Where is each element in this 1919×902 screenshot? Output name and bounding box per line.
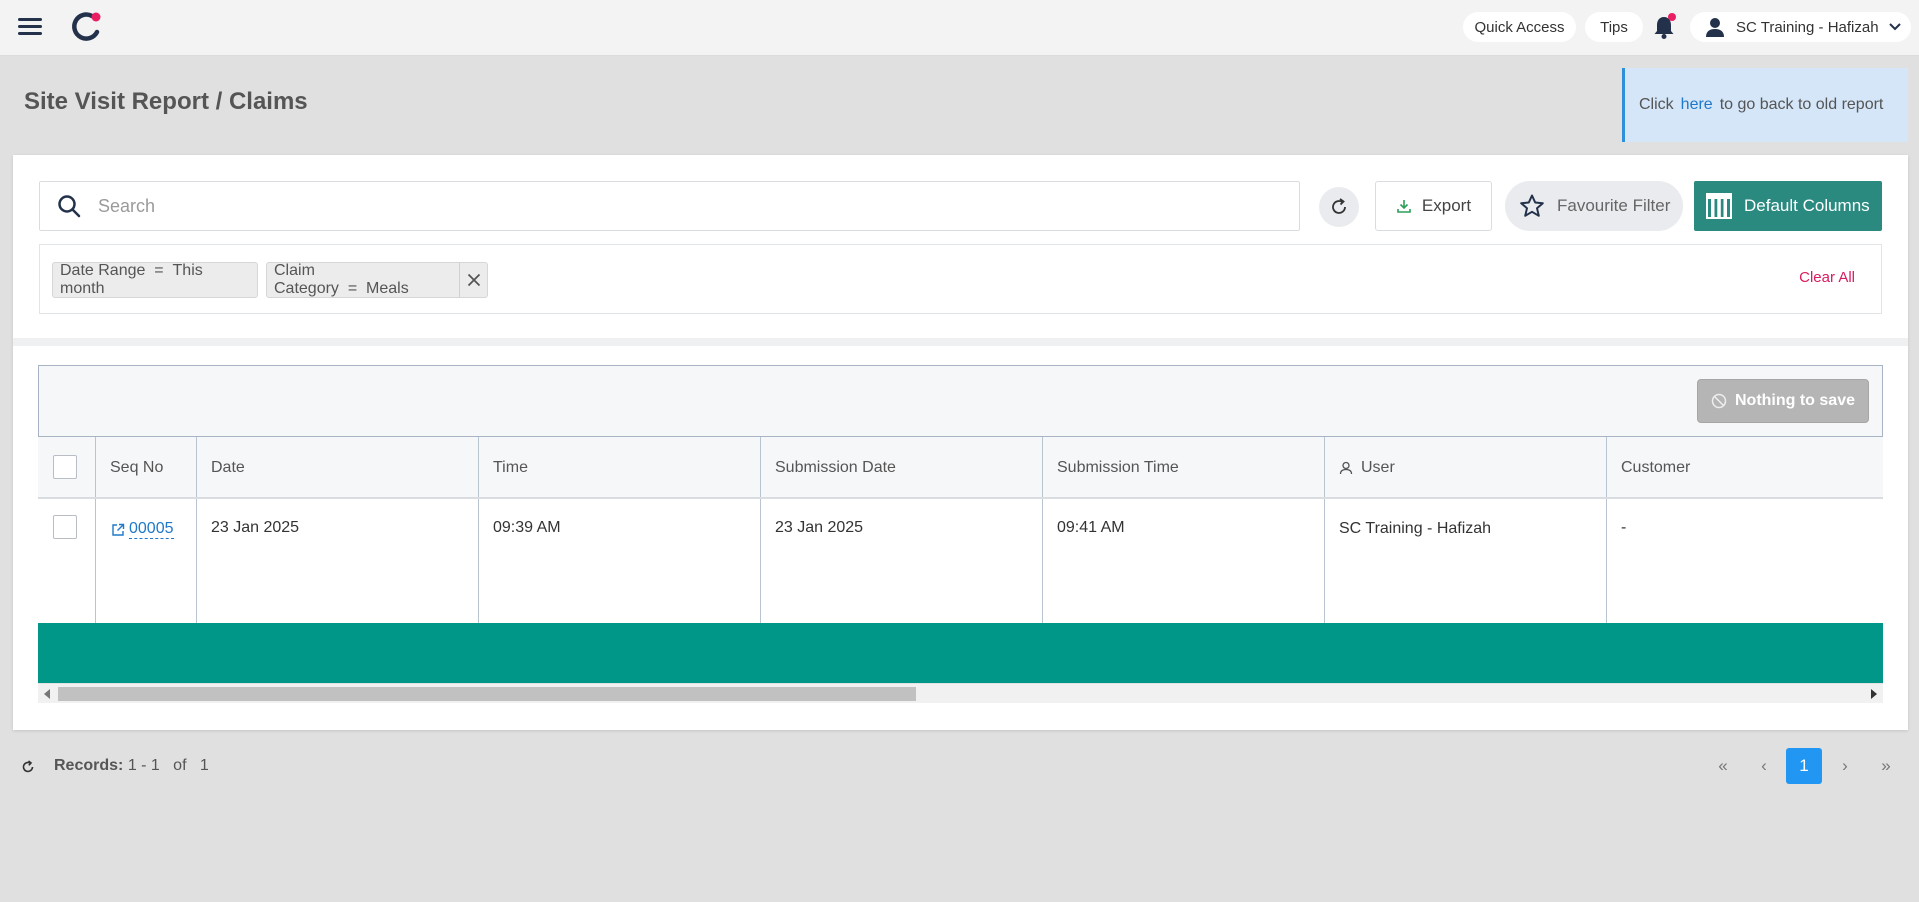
favourite-filter-button[interactable]: Favourite Filter <box>1505 181 1683 231</box>
seq-no-link[interactable]: 00005 <box>129 520 174 539</box>
user-icon <box>1706 18 1724 37</box>
active-filters: Date Range = This month Claim Category =… <box>39 244 1882 314</box>
last-page-button[interactable]: » <box>1868 748 1904 784</box>
page-1-button[interactable]: 1 <box>1786 748 1822 784</box>
cell-date: 23 Jan 2025 <box>211 519 300 536</box>
notice-suffix: to go back to old report <box>1719 96 1884 113</box>
filter-chip-text: Claim Category = Meals <box>274 262 409 297</box>
save-label: Nothing to save <box>1734 392 1855 409</box>
column-header-user[interactable]: User <box>1324 437 1606 497</box>
chevron-down-icon <box>1888 23 1901 31</box>
refresh-button[interactable] <box>1319 187 1359 227</box>
cell-user: SC Training - Hafizah <box>1339 520 1492 537</box>
refresh-icon <box>1332 198 1346 214</box>
reload-icon[interactable] <box>20 759 36 775</box>
download-icon <box>1397 200 1411 213</box>
table-header: Seq No Date Time Submission Date Submiss… <box>38 437 1883 499</box>
top-bar: Quick Access Tips SC Training - Hafizah <box>0 0 1919 56</box>
first-page-button[interactable]: « <box>1705 748 1741 784</box>
user-column-label: User <box>1361 459 1395 476</box>
horizontal-scrollbar[interactable] <box>38 683 1883 703</box>
scroll-left-arrow-icon[interactable] <box>44 689 50 699</box>
row-checkbox[interactable] <box>53 515 77 539</box>
header-select-cell <box>38 437 95 497</box>
page-title: Site Visit Report / Claims <box>24 88 308 115</box>
column-header-time[interactable]: Time <box>478 437 760 497</box>
column-header-submission-time[interactable]: Submission Time <box>1042 437 1324 497</box>
export-label: Export <box>1421 196 1472 215</box>
remove-filter-icon[interactable] <box>459 263 487 297</box>
pagination-bar: Records: 1 - 1 of 1 « ‹ 1 › » <box>0 745 1919 789</box>
section-divider <box>13 338 1908 346</box>
cell-submission-date: 23 Jan 2025 <box>775 519 864 536</box>
next-page-button[interactable]: › <box>1827 748 1863 784</box>
cell-submission-time: 09:41 AM <box>1057 519 1125 536</box>
records-summary: Records: 1 - 1 of 1 <box>54 757 209 774</box>
table-footer-bar <box>38 623 1883 683</box>
cell-time: 09:39 AM <box>493 519 561 536</box>
quick-access-button[interactable]: Quick Access <box>1463 12 1576 42</box>
old-report-link[interactable]: here <box>1681 96 1713 114</box>
filter-chip-text: Date Range = This month <box>60 262 203 297</box>
column-header-customer[interactable]: Customer <box>1606 437 1883 497</box>
app-logo[interactable] <box>70 10 104 44</box>
user-menu[interactable]: SC Training - Hafizah <box>1690 12 1911 42</box>
old-report-notice: Click here to go back to old report <box>1622 68 1908 142</box>
notification-bell-icon[interactable] <box>1649 12 1679 42</box>
cell-customer: - <box>1621 519 1627 536</box>
search-input[interactable] <box>98 184 1299 228</box>
scroll-right-arrow-icon[interactable] <box>1871 689 1877 699</box>
disabled-icon <box>1711 393 1727 409</box>
user-name: SC Training - Hafizah <box>1736 18 1879 36</box>
column-header-submission-date[interactable]: Submission Date <box>760 437 1042 497</box>
nothing-to-save-button: Nothing to save <box>1697 379 1869 423</box>
scrollbar-thumb[interactable] <box>58 687 916 701</box>
user-icon <box>1339 461 1353 475</box>
grid-toolbar: Nothing to save <box>38 365 1883 437</box>
clear-all-filters-link[interactable]: Clear All <box>1799 269 1855 286</box>
column-header-date[interactable]: Date <box>196 437 478 497</box>
report-card: Export Favourite Filter Default Columns … <box>13 155 1908 730</box>
star-icon <box>1520 194 1544 217</box>
external-link-icon[interactable] <box>111 523 125 537</box>
tips-button[interactable]: Tips <box>1585 12 1643 42</box>
cell-seq-no: 00005 <box>95 499 196 623</box>
filter-chip-date-range[interactable]: Date Range = This month <box>52 262 258 298</box>
search-icon <box>40 182 98 230</box>
filter-chip-claim-category[interactable]: Claim Category = Meals <box>266 262 488 298</box>
select-all-checkbox[interactable] <box>53 455 77 479</box>
notice-prefix: Click <box>1639 96 1674 113</box>
favourite-filter-label: Favourite Filter <box>1557 196 1671 215</box>
columns-icon <box>1706 193 1732 219</box>
menu-icon[interactable] <box>16 14 44 38</box>
default-columns-button[interactable]: Default Columns <box>1694 181 1882 231</box>
search-bar <box>39 181 1300 231</box>
prev-page-button[interactable]: ‹ <box>1746 748 1782 784</box>
export-button[interactable]: Export <box>1375 181 1492 231</box>
table-row[interactable]: 00005 23 Jan 2025 09:39 AM 23 Jan 2025 0… <box>38 499 1883 623</box>
default-columns-label: Default Columns <box>1744 196 1870 215</box>
column-header-seq-no[interactable]: Seq No <box>95 437 196 497</box>
